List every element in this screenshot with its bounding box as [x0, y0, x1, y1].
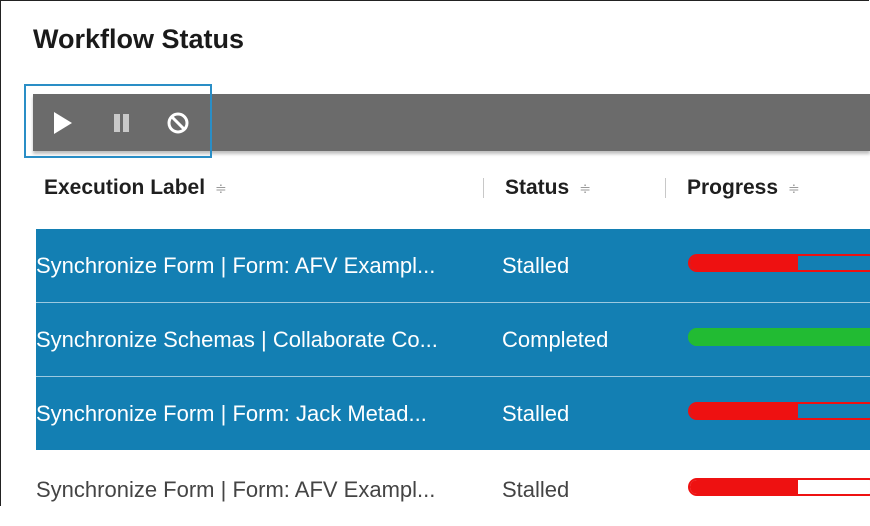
column-divider[interactable] [483, 178, 484, 198]
column-header-label: Execution Label [44, 176, 206, 199]
table-header: Execution Label ≑ Status ≑ Progress ≑ [33, 166, 870, 210]
column-header-label: Status [505, 176, 570, 199]
sort-icon[interactable]: ≑ [788, 180, 800, 197]
execution-label: Synchronize Schemas | Collaborate Co... [36, 326, 438, 352]
progress-fill [690, 256, 798, 270]
execution-label: Synchronize Form | Form: AFV Exampl... [36, 476, 436, 502]
column-divider[interactable] [665, 178, 666, 198]
progress-fill [690, 480, 798, 494]
table-row[interactable]: Synchronize Schemas | Collaborate Co... … [36, 303, 870, 376]
progress-bar [688, 254, 870, 272]
toolbar-focus-outline [24, 84, 212, 158]
progress-fill [690, 404, 798, 418]
status-value: Completed [502, 326, 609, 352]
column-header-status[interactable]: Status ≑ [505, 166, 591, 210]
column-header-execution-label[interactable]: Execution Label ≑ [44, 166, 227, 210]
column-header-label: Progress [687, 176, 779, 199]
table-row[interactable]: Synchronize Form | Form: AFV Exampl... S… [36, 453, 870, 526]
progress-bar [688, 402, 870, 420]
status-value: Stalled [502, 400, 570, 426]
progress-fill [688, 328, 870, 346]
sort-icon[interactable]: ≑ [215, 180, 227, 197]
progress-bar [688, 328, 870, 346]
execution-label: Synchronize Form | Form: Jack Metad... [36, 400, 427, 426]
status-value: Stalled [502, 252, 570, 278]
table-row[interactable]: Synchronize Form | Form: Jack Metad... S… [36, 377, 870, 450]
sort-icon[interactable]: ≑ [579, 180, 591, 197]
column-header-progress[interactable]: Progress ≑ [687, 166, 800, 210]
table-row[interactable]: Synchronize Form | Form: AFV Exampl... S… [36, 229, 870, 302]
execution-label: Synchronize Form | Form: AFV Exampl... [36, 252, 436, 278]
progress-bar [688, 478, 870, 496]
panel-title: Workflow Status [33, 24, 245, 54]
status-value: Stalled [502, 476, 570, 502]
